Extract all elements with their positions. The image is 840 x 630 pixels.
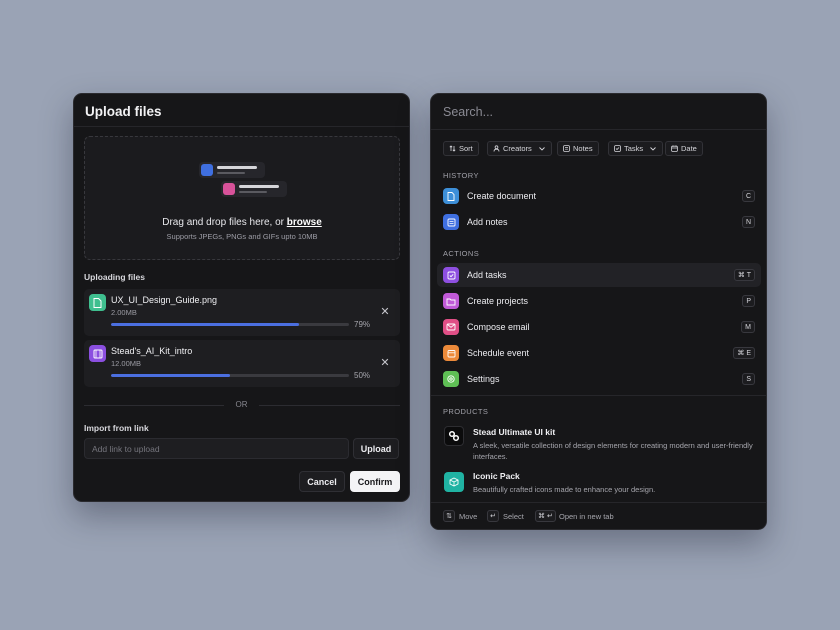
notes-icon — [443, 214, 459, 230]
file-size: 2.00MB — [111, 308, 137, 317]
shortcut-key: P — [742, 295, 755, 307]
shortcut-key: N — [741, 216, 755, 228]
actions-heading: ACTIONS — [443, 249, 480, 258]
calendar-icon — [443, 345, 459, 361]
command-settings[interactable]: Settings S — [437, 367, 761, 391]
command-create-document[interactable]: Create document C — [437, 184, 761, 208]
file-illustration-card — [199, 162, 265, 178]
select-hint: Select — [503, 512, 524, 521]
product-description: A sleek, versatile collection of design … — [473, 441, 753, 461]
palette-footer: ⇅ Move ↵ Select ⌘ ↵ Open in new tab — [431, 502, 766, 529]
command-label: Create projects — [467, 296, 529, 306]
shortcut-key: C — [741, 190, 755, 202]
divider — [74, 126, 409, 127]
filter-notes[interactable]: Notes — [557, 141, 599, 156]
close-icon[interactable]: ✕ — [380, 307, 390, 318]
command-label: Add notes — [467, 217, 508, 227]
products-heading: PRODUCTS — [443, 407, 489, 416]
folder-icon — [443, 293, 459, 309]
divider — [259, 405, 400, 406]
file-name: Stead's_AI_Kit_intro — [111, 346, 193, 356]
enter-icon: ↵ — [487, 510, 499, 522]
sort-icon — [449, 145, 456, 152]
command-label: Settings — [467, 374, 500, 384]
product-title[interactable]: Stead Ultimate UI kit — [473, 427, 555, 437]
image-illustration-card — [221, 181, 287, 197]
command-label: Schedule event — [467, 348, 530, 358]
shortcut-key: ⌘ T — [733, 269, 755, 281]
filter-sort[interactable]: Sort — [443, 141, 479, 156]
upload-files-dialog: Upload files Drag and drop files here, o… — [73, 93, 410, 502]
chevron-down-icon — [538, 146, 545, 151]
filter-creators[interactable]: Creators — [487, 141, 552, 156]
file-size: 12.00MB — [111, 359, 142, 368]
search-input[interactable]: Search... — [443, 105, 493, 119]
cancel-button[interactable]: Cancel — [299, 471, 345, 492]
user-icon — [493, 145, 500, 152]
checkbox-icon — [443, 267, 459, 283]
upload-percent: 50% — [354, 371, 371, 380]
command-schedule-event[interactable]: Schedule event ⌘ E — [437, 341, 761, 365]
command-enter-icon: ⌘ ↵ — [535, 510, 556, 522]
checkbox-icon — [614, 145, 621, 152]
command-add-notes[interactable]: Add notes N — [437, 210, 761, 234]
file-name: UX_UI_Design_Guide.png — [111, 295, 218, 305]
close-icon[interactable]: ✕ — [380, 358, 390, 369]
move-hint: Move — [459, 512, 478, 521]
supported-formats: Supports JPEGs, PNGs and GIFs upto 10MB — [166, 232, 318, 241]
upload-file-item: UX_UI_Design_Guide.png 2.00MB 79% ✕ — [84, 289, 400, 336]
confirm-button[interactable]: Confirm — [350, 471, 400, 492]
command-add-tasks[interactable]: Add tasks ⌘ T — [437, 263, 761, 287]
film-icon — [89, 345, 106, 362]
browse-link[interactable]: browse — [287, 217, 322, 228]
filter-date[interactable]: Date — [665, 141, 703, 156]
document-icon — [89, 294, 106, 311]
image-icon — [223, 183, 235, 195]
link-icon — [444, 426, 464, 446]
uploading-files-label: Uploading files — [84, 272, 145, 282]
shortcut-key: ⌘ E — [733, 347, 755, 359]
upload-progress-bar — [111, 374, 349, 377]
command-create-projects[interactable]: Create projects P — [437, 289, 761, 313]
product-title[interactable]: Iconic Pack — [473, 471, 520, 481]
import-link-label: Import from link — [84, 423, 149, 433]
document-icon — [201, 164, 213, 176]
divider — [431, 129, 766, 130]
notes-icon — [563, 145, 570, 152]
filter-tasks[interactable]: Tasks — [608, 141, 664, 156]
shortcut-key: S — [742, 373, 755, 385]
upload-percent: 79% — [354, 320, 371, 329]
product-description: Beautifully crafted icons made to enhanc… — [473, 485, 656, 494]
drop-instructions: Drag and drop files here, or browse — [162, 217, 322, 228]
shortcut-key: M — [741, 321, 755, 333]
drop-zone[interactable]: Drag and drop files here, or browse Supp… — [84, 136, 400, 260]
command-label: Add tasks — [467, 270, 507, 280]
gear-icon — [443, 371, 459, 387]
document-icon — [443, 188, 459, 204]
box-icon — [444, 472, 464, 492]
calendar-icon — [671, 145, 678, 152]
upload-file-item: Stead's_AI_Kit_intro 12.00MB 50% ✕ — [84, 340, 400, 387]
mail-icon — [443, 319, 459, 335]
history-heading: HISTORY — [443, 171, 479, 180]
chevron-down-icon — [650, 146, 656, 151]
arrows-updown-icon: ⇅ — [443, 510, 455, 522]
open-new-tab-hint: Open in new tab — [559, 512, 614, 521]
link-input[interactable] — [84, 438, 349, 459]
divider — [431, 395, 766, 396]
upload-button[interactable]: Upload — [353, 438, 399, 459]
command-label: Compose email — [467, 322, 530, 332]
command-palette: Search... Sort Creators Notes Tasks Date… — [430, 93, 767, 530]
upload-progress-bar — [111, 323, 349, 326]
command-label: Create document — [467, 191, 537, 201]
dialog-title: Upload files — [85, 104, 162, 119]
command-compose-email[interactable]: Compose email M — [437, 315, 761, 339]
